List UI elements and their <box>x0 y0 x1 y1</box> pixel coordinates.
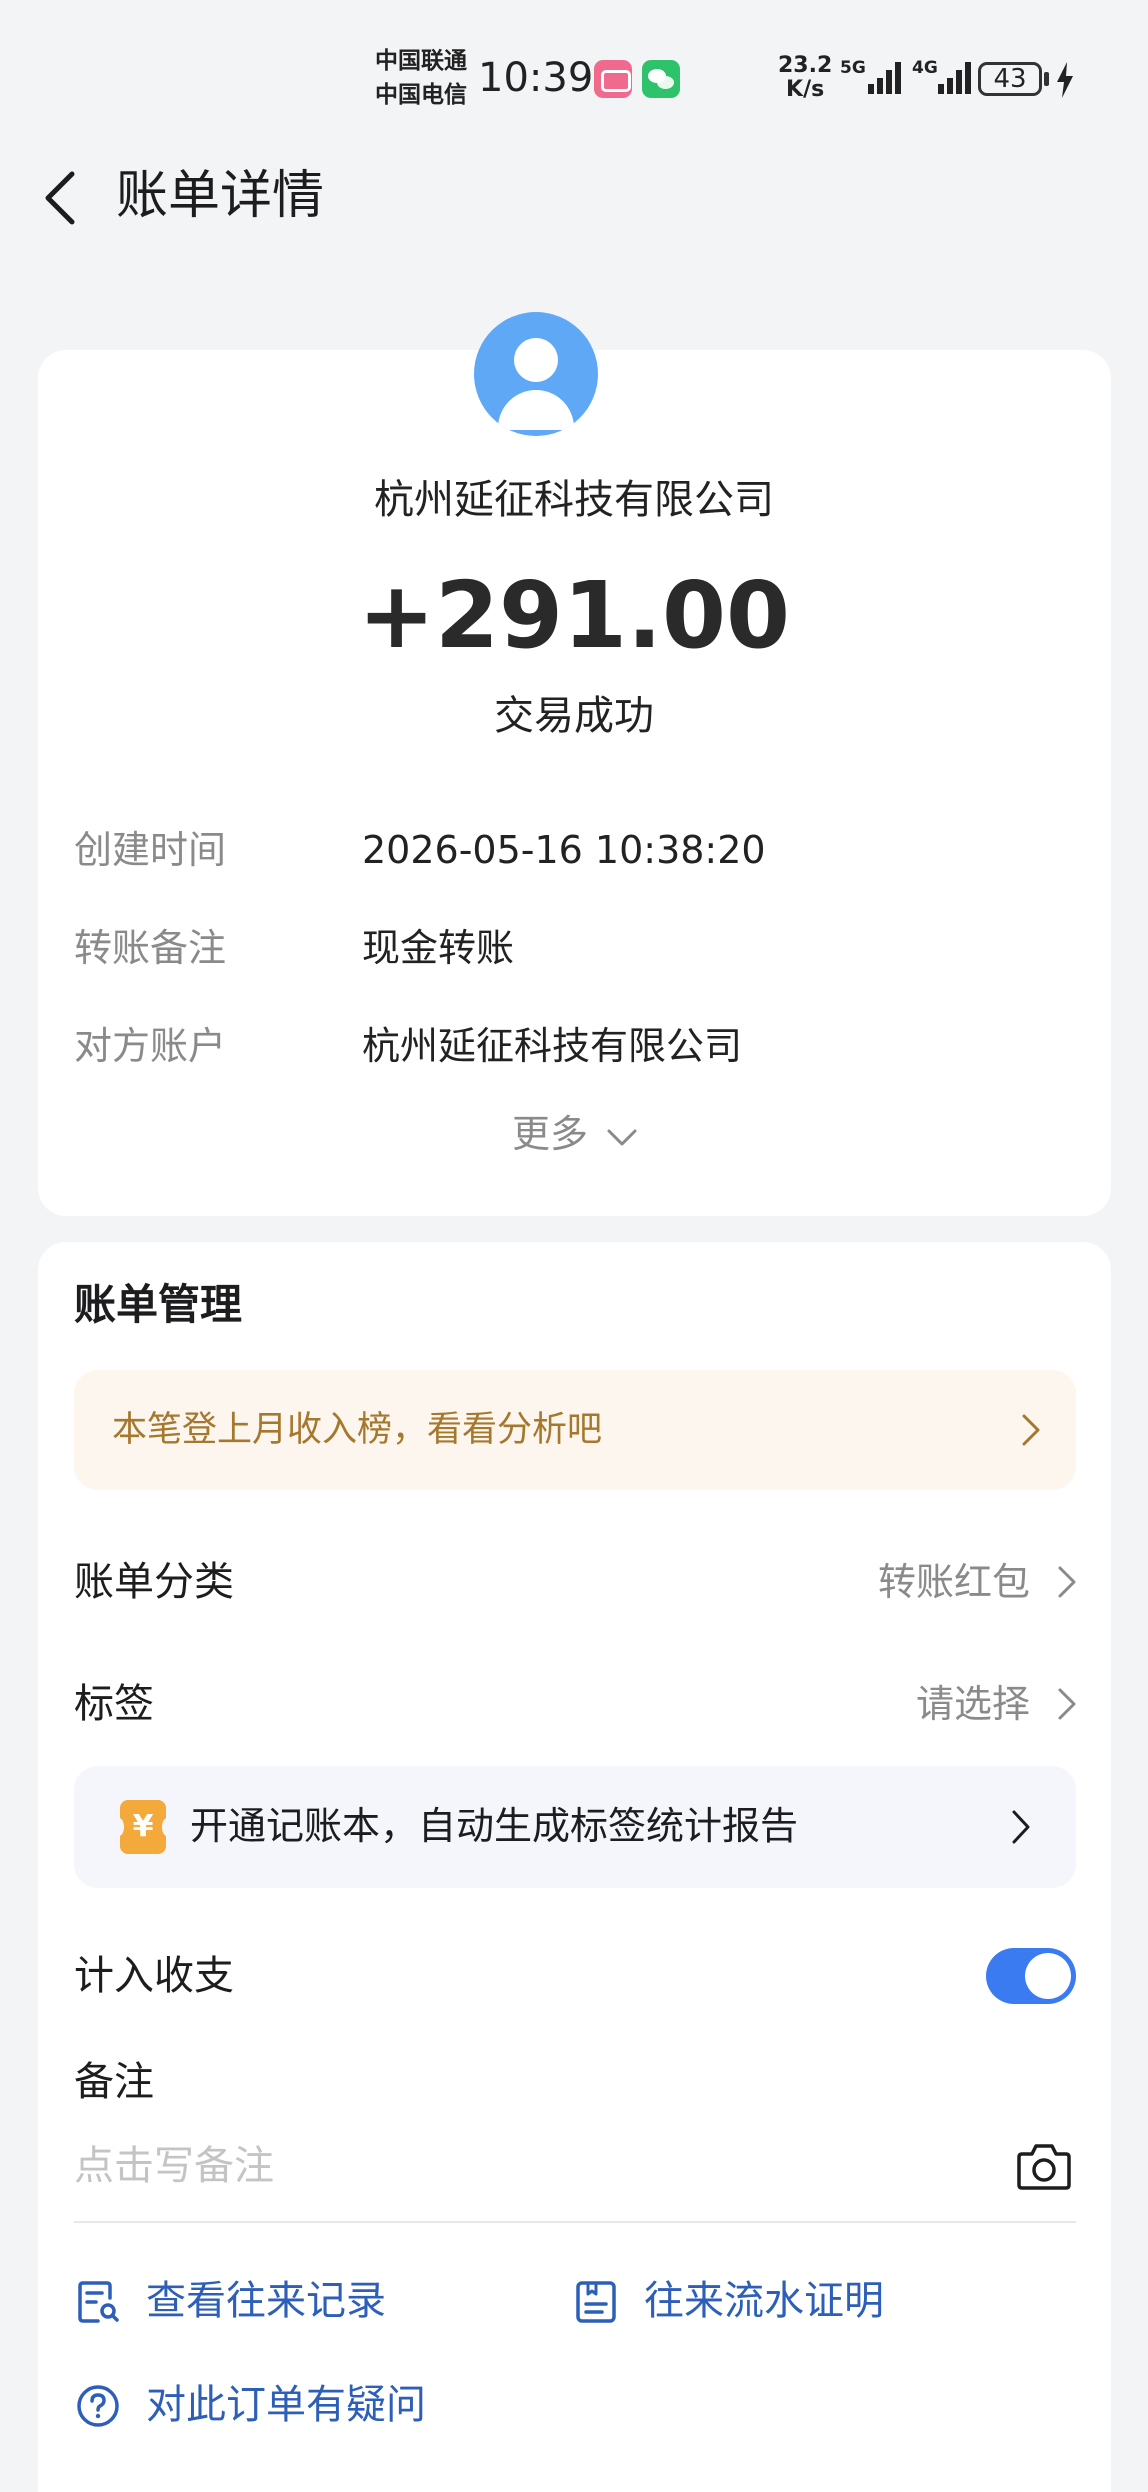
bilibili-app-icon <box>594 60 632 98</box>
chevron-right-icon[interactable] <box>1056 1686 1078 1722</box>
charging-bolt-icon <box>1055 60 1075 100</box>
merchant-name: 杭州延征科技有限公司 <box>374 477 774 523</box>
note-label: 备注 <box>74 2059 154 2105</box>
note-input[interactable] <box>74 2136 974 2196</box>
chevron-down-icon[interactable] <box>605 1122 639 1152</box>
bill-category-label: 账单分类 <box>74 1559 234 1605</box>
created-time-value: 2026-05-16 10:38:20 <box>362 828 766 872</box>
network-speed-value: 23.2 <box>778 53 833 78</box>
network-speed: 23.2 K/s <box>778 54 832 102</box>
carrier-2: 中国电信 <box>375 82 467 108</box>
carrier-1: 中国联通 <box>375 48 467 74</box>
ledger-yuan-icon: ¥ <box>114 1800 172 1854</box>
camera-icon[interactable] <box>1016 2140 1072 2192</box>
include-in-balance-toggle[interactable] <box>986 1948 1076 2004</box>
created-time-label: 创建时间 <box>74 828 227 872</box>
battery-cap <box>1044 72 1049 86</box>
chevron-right-icon <box>1010 1808 1032 1846</box>
merchant-avatar <box>474 312 598 436</box>
document-icon <box>572 2278 620 2326</box>
question-circle-icon <box>74 2382 122 2430</box>
divider <box>74 2221 1076 2223</box>
counterparty-value: 杭州延征科技有限公司 <box>362 1024 743 1068</box>
signal-4g-label: 4G <box>912 58 938 78</box>
ledger-banner[interactable]: ¥ 开通记账本，自动生成标签统计报告 <box>74 1766 1076 1888</box>
chevron-right-icon <box>1020 1412 1042 1448</box>
income-ranking-banner[interactable]: 本笔登上月收入榜，看看分析吧 <box>74 1370 1076 1490</box>
transaction-status: 交易成功 <box>494 693 654 739</box>
chevron-right-icon[interactable] <box>1056 1564 1078 1600</box>
include-in-balance-label: 计入收支 <box>74 1953 234 1999</box>
order-question-label: 对此订单有疑问 <box>146 2382 426 2428</box>
counterparty-label: 对方账户 <box>74 1024 227 1068</box>
status-bar: 中国联通 中国电信 10:39 23.2 K/s 5G 4G 43 <box>0 0 1148 150</box>
carrier-names: 中国联通 中国电信 <box>375 44 467 112</box>
page-title: 账单详情 <box>116 166 325 226</box>
tag-value[interactable]: 请选择 <box>916 1674 1030 1734</box>
back-chevron-icon[interactable] <box>40 168 84 228</box>
section-title: 账单管理 <box>74 1280 243 1329</box>
status-time: 10:39 <box>478 55 594 101</box>
signal-5g-icon: 5G <box>840 58 906 98</box>
wechat-app-icon <box>642 60 680 98</box>
transaction-amount: +291.00 <box>357 562 791 669</box>
bill-category-value[interactable]: 转账红包 <box>878 1552 1030 1612</box>
network-speed-unit: K/s <box>786 77 825 102</box>
view-records-label: 查看往来记录 <box>146 2278 386 2324</box>
signal-4g-icon: 4G <box>912 58 978 98</box>
transfer-note-label: 转账备注 <box>74 926 227 970</box>
more-button[interactable]: 更多 <box>512 1106 588 1162</box>
promo-text: 本笔登上月收入榜，看看分析吧 <box>112 1410 603 1450</box>
transaction-proof-label: 往来流水证明 <box>644 2278 884 2324</box>
transfer-note-value: 现金转账 <box>362 926 515 970</box>
ledger-text: 开通记账本，自动生成标签统计报告 <box>190 1804 799 1848</box>
records-search-icon <box>74 2278 122 2326</box>
signal-5g-label: 5G <box>840 58 866 78</box>
battery-icon: 43 <box>978 62 1042 96</box>
tag-label: 标签 <box>74 1681 154 1727</box>
